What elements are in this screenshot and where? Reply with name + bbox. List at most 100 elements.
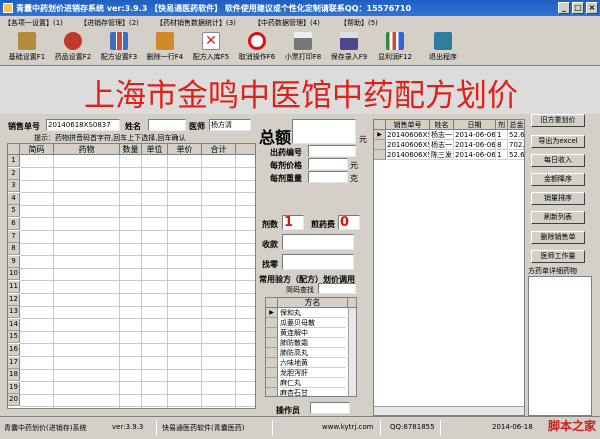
patient-name-field[interactable] — [148, 119, 186, 131]
banner: 上海市金鸣中医馆中药配方划价 — [0, 66, 600, 114]
grid-row-number: 14 — [8, 318, 20, 331]
total-unit: 元 — [359, 135, 367, 144]
save-entry-button[interactable]: 保存录入F9 — [326, 32, 372, 64]
menu-inventory[interactable]: 【进销存管理】(2) — [80, 18, 139, 28]
doctor-select[interactable]: 杨方清 — [209, 119, 251, 131]
formula-item[interactable]: 六味地黄 — [280, 358, 346, 368]
formula-item[interactable]: 肺防散霜 — [280, 338, 346, 348]
delete-sale-button[interactable]: 删除销售单 — [531, 231, 585, 244]
sales-records-grid[interactable]: 销售单号 姓名 日期 剂 总金 ▶20140606XS1杨志一2014-06-0… — [373, 119, 525, 416]
store-prescription-button[interactable]: ✕ 配方入库F5 — [188, 32, 234, 64]
formula-list[interactable]: 方名 ▶ 保和丸 瓜蒌贝母散 黄连解中 肺防散霜 肺防高丸 六味地黄 龙胆泻肝 麻仁丸 麻杏石甘 — [265, 297, 357, 397]
basic-settings-button[interactable]: 基础设置F1 — [4, 32, 50, 64]
received-field[interactable] — [282, 234, 354, 250]
exit-button[interactable]: 退出程序 — [420, 32, 466, 64]
menu-sales-stats[interactable]: 【药材销售数据统计】(3) — [156, 18, 236, 28]
grid-row-number: 6 — [8, 218, 20, 230]
grid-row-number: 2 — [8, 167, 20, 180]
record-cell-dose[interactable]: 1 — [497, 150, 508, 160]
exit-icon — [434, 32, 452, 50]
status-site: www.kytrj.com — [322, 423, 374, 431]
print-receipt-button[interactable]: 小票打印F8 — [280, 32, 326, 64]
grid-row-number: 10 — [8, 268, 20, 281]
window-title: 青囊中药划价进销存系统 ver:3.9.3 【快易通医药软件】 软件使用建议或个… — [16, 4, 412, 13]
minimize-button[interactable]: _ — [558, 2, 570, 14]
weight-each-label: 每剂重量 — [270, 174, 302, 183]
grid-corner — [8, 144, 20, 155]
operator-label: 操作员 — [276, 406, 300, 415]
formula-item[interactable]: 黄连解中 — [280, 328, 346, 338]
title-bar: 青囊中药划价进销存系统 ver:3.9.3 【快易通医药软件】 软件使用建议或个… — [0, 0, 600, 16]
grid-row-number: 13 — [8, 306, 20, 319]
menu-herb-data[interactable]: 【中药数据管理】(4) — [254, 18, 320, 28]
prescription-grid[interactable]: 简码 药物 数量 单位 单价 合计 1 2 3 4 5 6 7 8 9 10 11 12 13 14 15 1… — [7, 143, 256, 409]
formula-scrollbar[interactable] — [348, 308, 356, 396]
grid-header: 简码 药物 数量 单位 单价 合计 — [8, 144, 255, 155]
doctor-workload-button[interactable]: 医师工作量 — [531, 250, 585, 263]
record-cell-date[interactable]: 2014-06-06 — [455, 140, 496, 150]
formula-item[interactable]: 麻杏石甘 — [280, 388, 346, 396]
close-button[interactable]: × — [586, 2, 598, 14]
grid-row-number: 1 — [8, 155, 20, 167]
menu-settings[interactable]: 【各项一设置】(1) — [4, 18, 63, 28]
menu-help[interactable]: 【帮助】(5) — [340, 18, 378, 28]
prescription-icon — [110, 32, 128, 50]
record-cell-amount[interactable]: 702. — [509, 140, 524, 150]
formula-item[interactable]: 龙胆泻肝 — [280, 368, 346, 378]
grid-row-number: 20 — [8, 394, 20, 407]
col-code: 简码 — [20, 144, 54, 155]
record-cell-no[interactable]: 20140606XS1 — [387, 140, 430, 150]
maximize-button[interactable]: □ — [572, 2, 584, 14]
price-each-unit: 元 — [350, 161, 358, 170]
prescription-settings-button[interactable]: 配方设置F3 — [96, 32, 142, 64]
price-each-field — [308, 158, 348, 170]
export-excel-button[interactable]: 导出为excel — [531, 135, 585, 148]
formula-list-header: 方名 — [266, 298, 356, 308]
detail-drug-list[interactable] — [528, 276, 592, 416]
sale-no-field[interactable]: 20140618XS0837 — [46, 119, 120, 131]
amount-desc-button[interactable]: 金额降序 — [531, 173, 585, 186]
grid-row-number: 4 — [8, 192, 20, 205]
record-cell-name[interactable]: 杨志一 — [431, 130, 454, 140]
record-cell-date[interactable]: 2014-06-06 — [455, 130, 496, 140]
grid-row-number: 15 — [8, 331, 20, 344]
pinyin-search-label: 简码查找 — [286, 286, 314, 294]
formula-item[interactable]: 麻仁丸 — [280, 378, 346, 388]
drug-settings-button[interactable]: 药品设置F2 — [50, 32, 96, 64]
formula-item[interactable]: 肺防高丸 — [280, 348, 346, 358]
sales-sort-button[interactable]: 销量排序 — [531, 192, 585, 205]
record-cell-dose[interactable]: 8 — [497, 140, 508, 150]
grid-row-number: 16 — [8, 344, 20, 356]
record-cell-no[interactable]: 20140606XS1 — [387, 130, 430, 140]
formula-item[interactable]: 瓜蒌贝母散 — [280, 318, 346, 328]
delete-row-icon — [156, 32, 174, 50]
pinyin-search-field[interactable] — [318, 283, 356, 294]
app-icon — [3, 3, 13, 13]
record-cell-dose[interactable]: 1 — [497, 130, 508, 140]
delete-row-button[interactable]: 删除一行F4 — [142, 32, 188, 64]
col-total: 合计 — [202, 144, 236, 155]
cancel-operation-button[interactable]: 取消操作F6 — [234, 32, 280, 64]
formula-item[interactable]: 保和丸 — [280, 308, 346, 318]
refresh-list-button[interactable]: 刷新列表 — [531, 211, 585, 224]
received-label: 收款 — [262, 240, 278, 249]
decoct-fee-field[interactable]: 0 — [338, 215, 360, 230]
sale-no-label: 销售单号 — [8, 122, 40, 131]
settings-icon — [18, 32, 36, 50]
records-hscrollbar[interactable] — [374, 406, 524, 415]
daily-income-button[interactable]: 每日收入 — [531, 154, 585, 167]
herb-icon — [64, 32, 82, 50]
price-each-label: 每剂价格 — [270, 161, 302, 170]
record-cell-name[interactable]: 杨志一 — [431, 140, 454, 150]
show-profit-button[interactable]: 显利润F12 — [372, 32, 418, 64]
doses-field[interactable]: 1 — [282, 215, 304, 230]
record-cell-amount[interactable]: 52.6 — [509, 130, 524, 140]
record-cell-no[interactable]: 20140606XS1 — [387, 150, 430, 160]
grid-row-number: 7 — [8, 230, 20, 243]
record-cell-name[interactable]: 陈三发 — [431, 150, 454, 160]
record-cell-amount[interactable]: 52.6 — [509, 150, 524, 160]
reprice-old-button[interactable]: 旧方重划价 — [531, 114, 585, 127]
store-icon: ✕ — [202, 32, 220, 50]
operator-field — [310, 402, 350, 414]
record-cell-date[interactable]: 2014-06-06 — [455, 150, 496, 160]
